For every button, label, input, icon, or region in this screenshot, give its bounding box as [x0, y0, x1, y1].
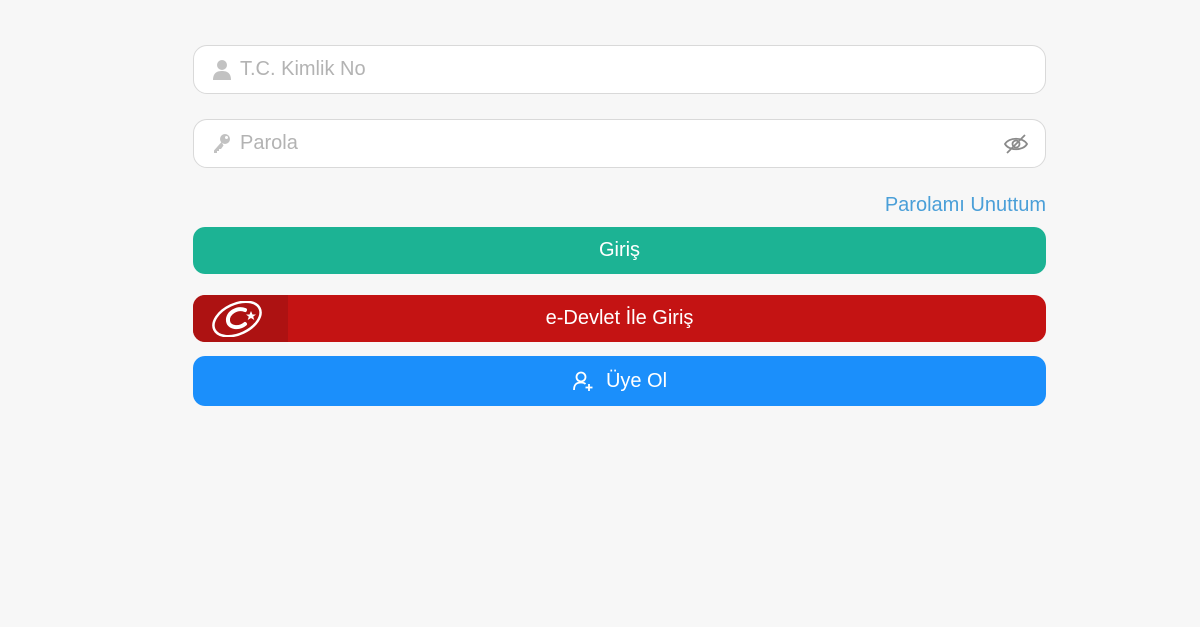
- tc-kimlik-field: [193, 45, 1046, 94]
- edevlet-login-button[interactable]: e-Devlet İle Giriş: [193, 295, 1046, 342]
- forgot-password-link[interactable]: Parolamı Unuttum: [885, 194, 1046, 217]
- login-button-label: Giriş: [598, 239, 641, 261]
- password-input[interactable]: [240, 120, 980, 167]
- register-button-label: Üye Ol: [605, 369, 668, 392]
- register-button[interactable]: Üye Ol: [193, 356, 1046, 406]
- register-button-content: Üye Ol: [572, 370, 667, 393]
- forgot-password-row: Parolamı Unuttum: [193, 168, 1046, 227]
- user-plus-icon: [572, 370, 594, 392]
- login-button[interactable]: Giriş: [193, 227, 1046, 274]
- key-icon: [211, 132, 233, 156]
- tc-kimlik-input[interactable]: [240, 46, 980, 93]
- login-form: Parolamı Unuttum Giriş e-Devlet İle Giri…: [193, 45, 1046, 406]
- eye-slash-icon[interactable]: [1003, 132, 1029, 156]
- edevlet-button-label: e-Devlet İle Giriş: [545, 307, 694, 329]
- password-field: [193, 119, 1046, 168]
- edevlet-logo-icon: [193, 295, 288, 342]
- user-icon: [211, 58, 233, 82]
